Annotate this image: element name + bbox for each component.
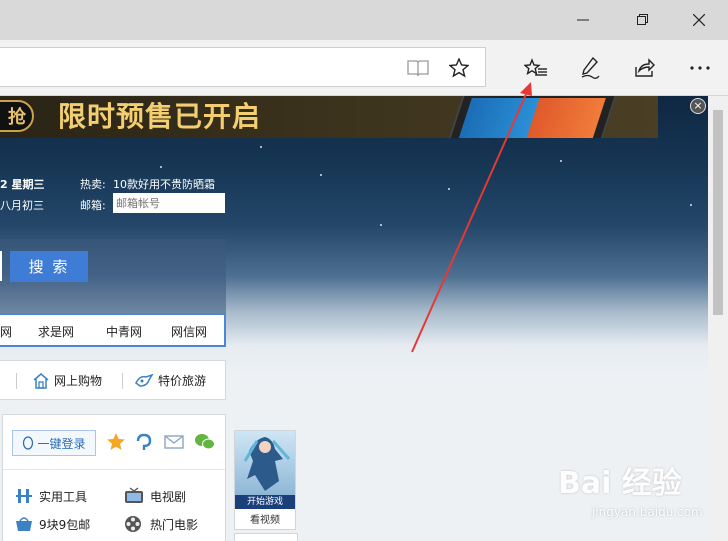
watermark-text: Bai 经验 [558,466,682,501]
watermark-url: jingyan.baidu.com [592,505,703,519]
